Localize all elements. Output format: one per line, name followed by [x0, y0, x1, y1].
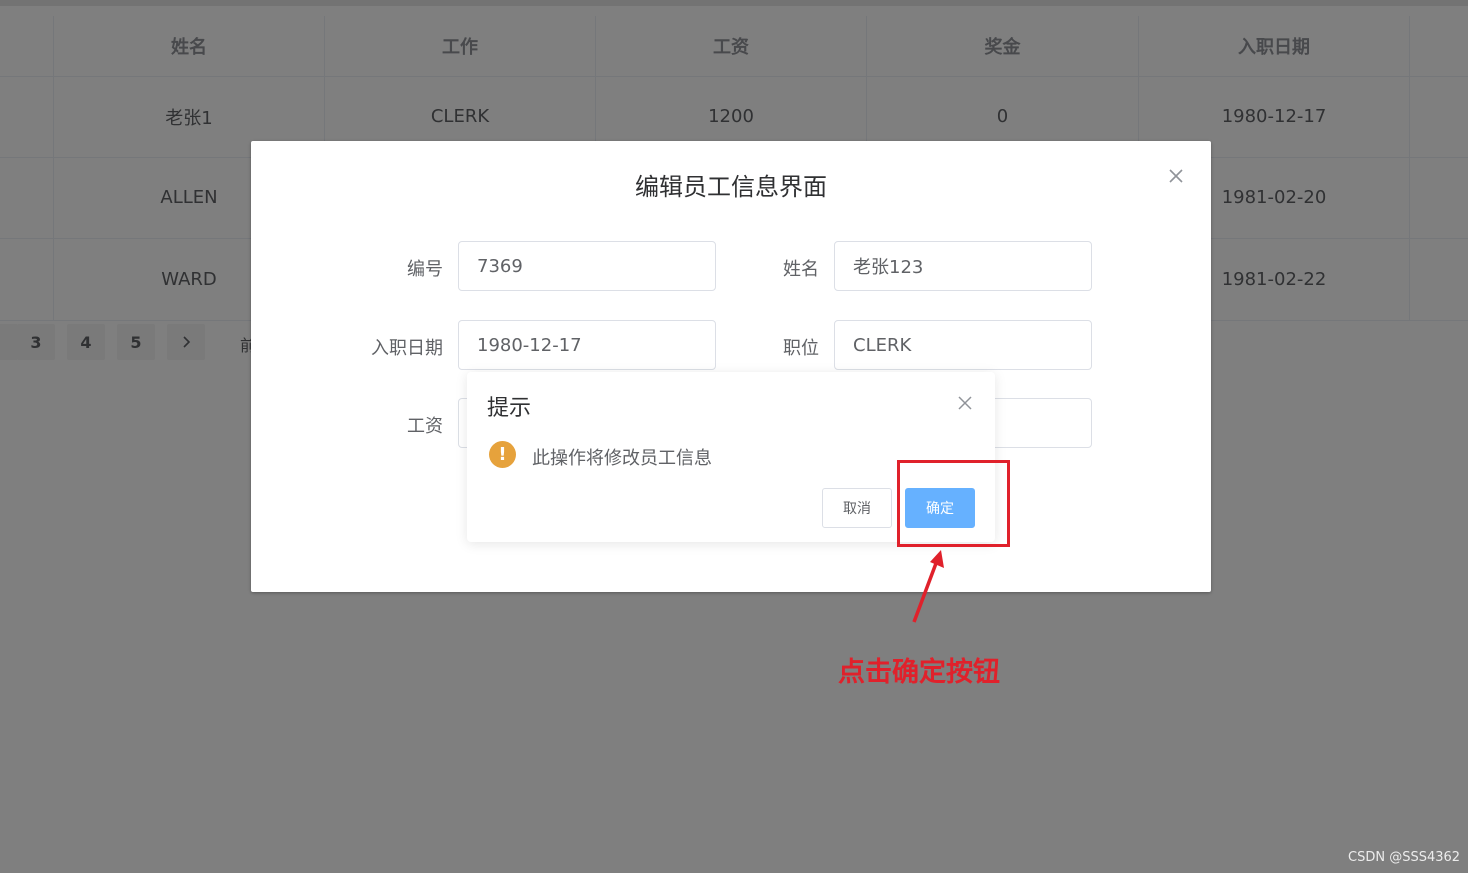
cancel-button[interactable]: 取消	[822, 488, 892, 528]
annotation-highlight-box	[897, 460, 1010, 547]
message-box-title: 提示	[487, 396, 532, 421]
close-icon[interactable]	[955, 393, 975, 413]
message-box-text: 此操作将修改员工信息	[532, 448, 712, 469]
annotation-arrow-icon	[912, 550, 944, 623]
watermark: CSDN @SSS4362	[1348, 850, 1461, 865]
warning-icon: !	[489, 441, 516, 468]
annotation-text: 点击确定按钮	[838, 657, 1000, 688]
